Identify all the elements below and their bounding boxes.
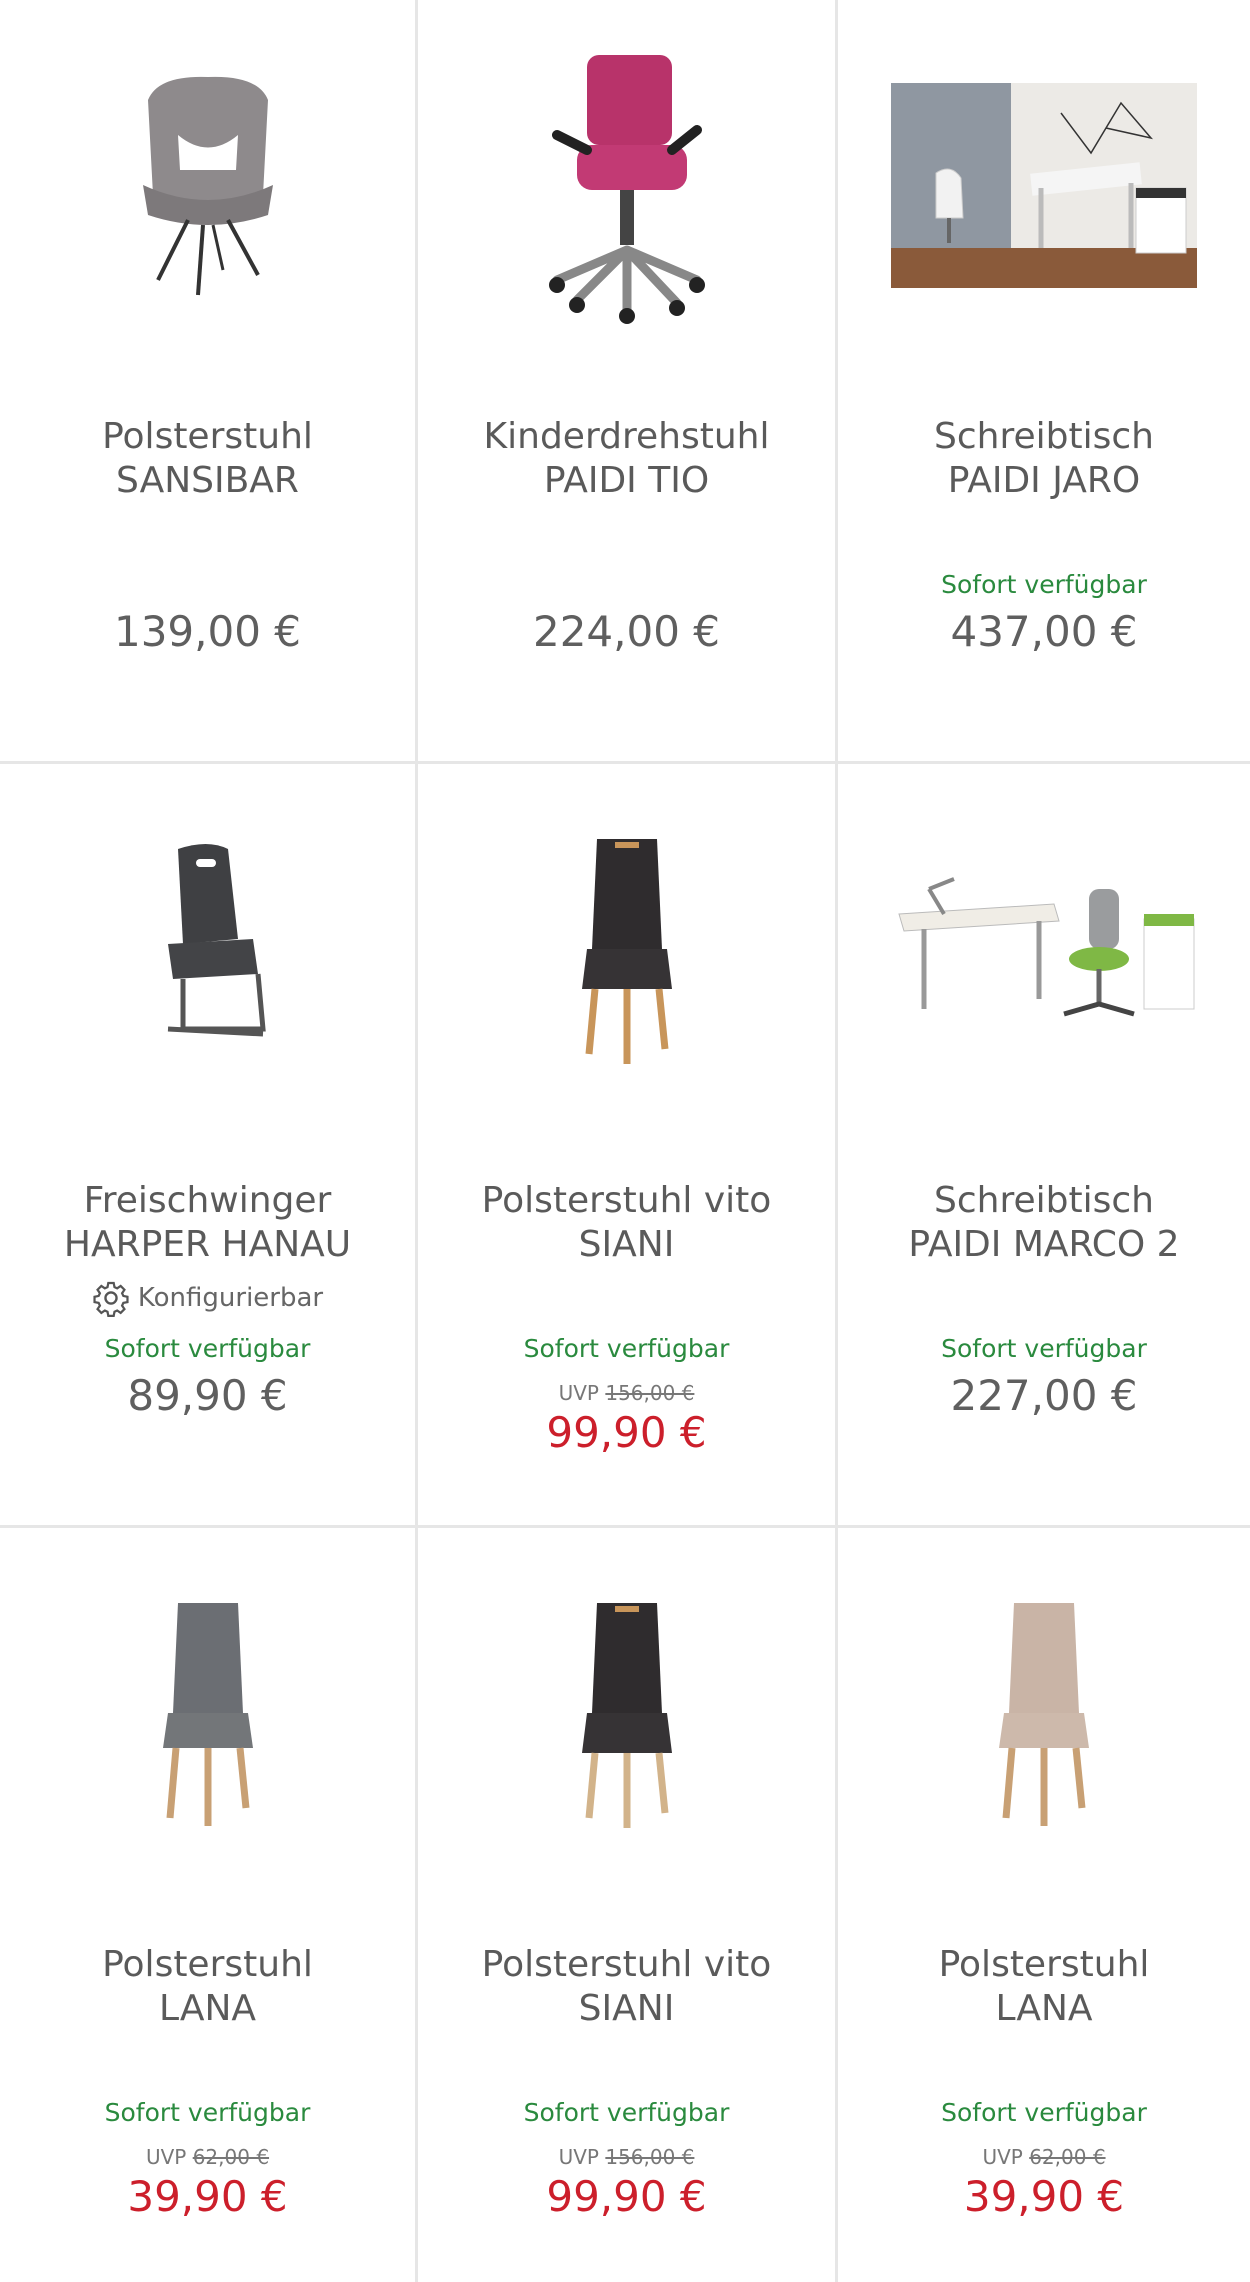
product-title[interactable]: Polsterstuhl vito SIANI xyxy=(428,1943,825,2031)
sale-price: 39,90 € xyxy=(127,2172,288,2221)
availability-status: Sofort verfügbar xyxy=(104,1334,311,1363)
product-title[interactable]: Polsterstuhl SANSIBAR xyxy=(10,415,405,503)
sale-price: 39,90 € xyxy=(963,2172,1125,2221)
product-image[interactable] xyxy=(0,1548,415,1878)
product-title[interactable]: Polsterstuhl vito SIANI xyxy=(428,1179,825,1267)
sale-price: 99,90 € xyxy=(546,2172,707,2221)
uvp-price: UVP 62,00 € xyxy=(0,2145,415,2169)
product-price: 139,00 € xyxy=(113,607,302,656)
product-image[interactable] xyxy=(0,20,415,350)
sale-price: 99,90 € xyxy=(546,1408,707,1457)
product-title[interactable]: Polsterstuhl LANA xyxy=(10,1943,405,2031)
availability-status: Sofort verfügbar xyxy=(523,1334,730,1363)
product-grid: Polsterstuhl SANSIBAR 139,00 € Kinderdre… xyxy=(0,0,1250,2282)
product-title[interactable]: Freischwinger HARPER HANAU xyxy=(10,1179,405,1267)
availability-status: Sofort verfügbar xyxy=(941,2098,1147,2127)
product-price: 437,00 € xyxy=(950,607,1138,656)
product-card[interactable]: Polsterstuhl LANA Sofort verfügbar UVP 6… xyxy=(0,1528,418,2282)
uvp-old-price: 156,00 € xyxy=(605,1381,695,1405)
gear-icon xyxy=(93,1281,129,1317)
uvp-old-price: 156,00 € xyxy=(605,2145,695,2169)
availability-status: Sofort verfügbar xyxy=(104,2098,311,2127)
uvp-old-price: 62,00 € xyxy=(1029,2145,1106,2169)
product-image[interactable] xyxy=(838,20,1250,350)
uvp-price: UVP 156,00 € xyxy=(418,1381,835,1405)
product-card[interactable]: Polsterstuhl SANSIBAR 139,00 € xyxy=(0,0,418,764)
uvp-label: UVP xyxy=(145,2145,187,2169)
product-price: 224,00 € xyxy=(532,607,721,656)
uvp-price: UVP 62,00 € xyxy=(838,2145,1250,2169)
product-card[interactable]: Polsterstuhl vito SIANI Sofort verfügbar… xyxy=(418,1528,838,2282)
product-image[interactable] xyxy=(838,1548,1250,1878)
product-title[interactable]: Kinderdrehstuhl PAIDI TIO xyxy=(428,415,825,503)
uvp-price: UVP 156,00 € xyxy=(418,2145,835,2169)
product-image[interactable] xyxy=(418,784,835,1114)
product-card[interactable]: Kinderdrehstuhl PAIDI TIO 224,00 € xyxy=(418,0,838,764)
availability-status: Sofort verfügbar xyxy=(523,2098,730,2127)
product-card[interactable]: Polsterstuhl vito SIANI Sofort verfügbar… xyxy=(418,764,838,1528)
uvp-label: UVP xyxy=(558,1381,599,1405)
product-image[interactable] xyxy=(418,20,835,350)
product-card[interactable]: Schreibtisch PAIDI JARO Sofort verfügbar… xyxy=(838,0,1250,764)
configurable-badge: Konfigurierbar xyxy=(0,1279,415,1317)
product-card[interactable]: Schreibtisch PAIDI MARCO 2 Sofort verfüg… xyxy=(838,764,1250,1528)
availability-status: Sofort verfügbar xyxy=(941,1334,1147,1363)
product-image[interactable] xyxy=(0,784,415,1114)
product-card[interactable]: Freischwinger HARPER HANAU Konfigurierba… xyxy=(0,764,418,1528)
product-image[interactable] xyxy=(838,784,1250,1114)
product-title[interactable]: Polsterstuhl LANA xyxy=(848,1943,1240,2031)
configurable-label: Konfigurierbar xyxy=(137,1283,324,1313)
uvp-label: UVP xyxy=(558,2145,599,2169)
uvp-label: UVP xyxy=(982,2145,1023,2169)
product-image[interactable] xyxy=(418,1548,835,1878)
uvp-old-price: 62,00 € xyxy=(192,2145,270,2169)
product-price: 227,00 € xyxy=(950,1371,1138,1420)
product-card[interactable]: Polsterstuhl LANA Sofort verfügbar UVP 6… xyxy=(838,1528,1250,2282)
product-title[interactable]: Schreibtisch PAIDI JARO xyxy=(848,415,1240,503)
product-title[interactable]: Schreibtisch PAIDI MARCO 2 xyxy=(848,1179,1240,1267)
availability-status: Sofort verfügbar xyxy=(941,570,1147,599)
product-price: 89,90 € xyxy=(127,1371,288,1420)
